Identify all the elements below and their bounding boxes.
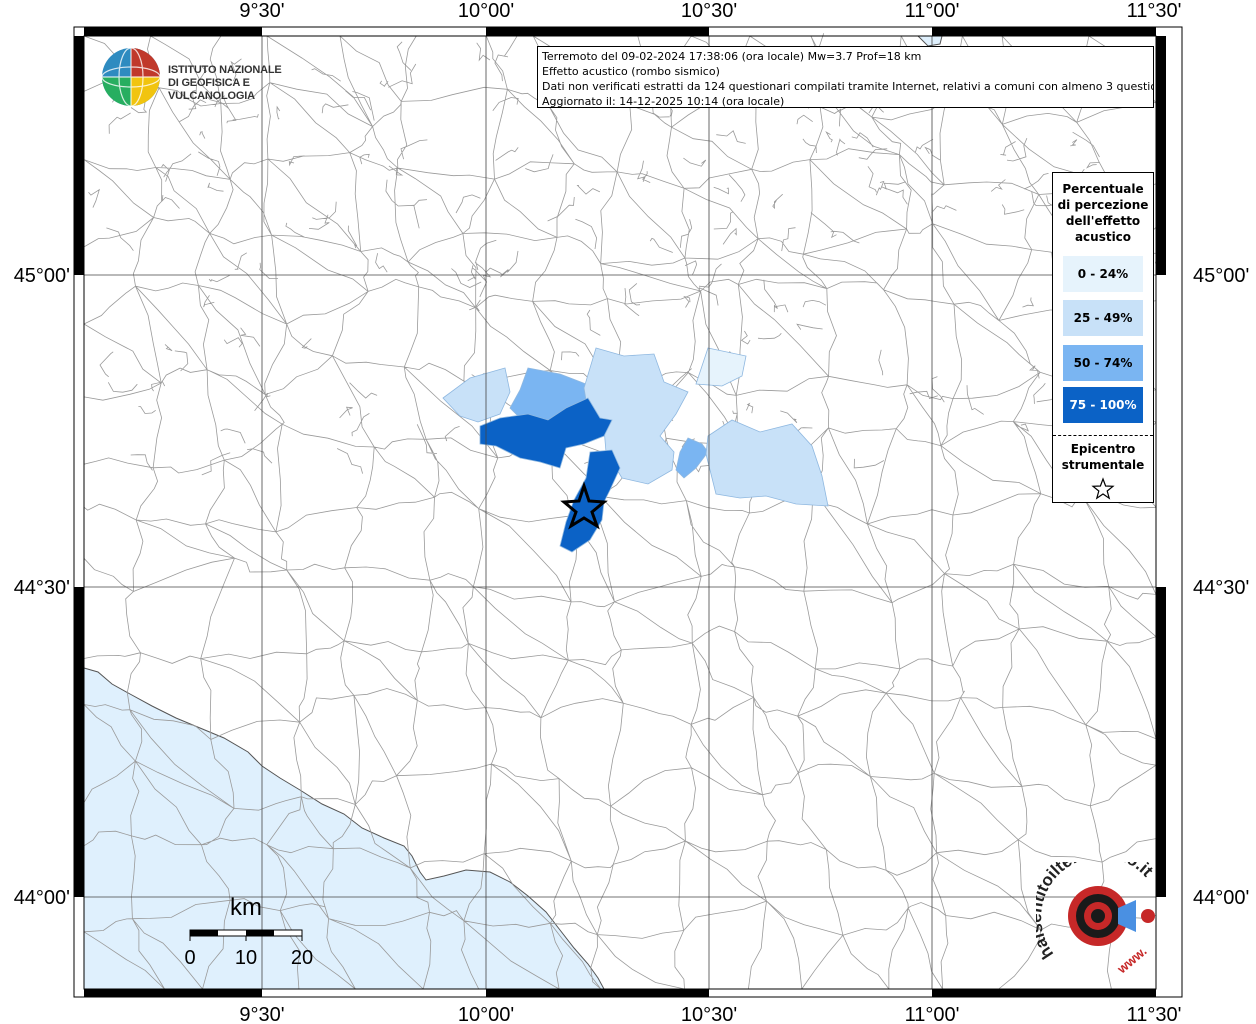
scale-unit: km: [230, 894, 262, 921]
institute-name-line1: ISTITUTO NAZIONALE: [168, 64, 282, 76]
legend: Percentuale di percezione dell'effetto a…: [1052, 172, 1154, 503]
legend-title-line: di percezione: [1057, 198, 1149, 212]
top-tick-label: 9°30': [239, 0, 284, 22]
bottom-tick-label: 9°30': [239, 1004, 284, 1024]
left-tick-label: 45°00': [14, 265, 70, 287]
legend-label: 0 - 24%: [1077, 267, 1129, 281]
update-time: Aggiornato il: 14-12-2025 10:14 (ora loc…: [542, 95, 785, 108]
top-tick-label: 10°00': [458, 0, 514, 22]
left-tick-label: 44°00': [14, 887, 70, 909]
legend-title: Percentuale di percezione dell'effetto a…: [1053, 181, 1153, 245]
www-label: www.: [1114, 943, 1150, 977]
legend-swatch-25-49: 25 - 49%: [1063, 300, 1143, 336]
legend-divider: [1053, 435, 1153, 436]
bottom-tick-label: 10°00': [458, 1004, 514, 1024]
right-tick-label: 44°00': [1193, 887, 1249, 909]
haisentito-logo: haisentitoilterremoto.it www.: [1036, 862, 1157, 977]
event-info-box: Terremoto del 09-02-2024 17:38:06 (ora l…: [537, 46, 1154, 108]
ingv-logo: ISTITUTO NAZIONALE DI GEOFISICA E VULCAN…: [100, 46, 330, 110]
epicenter-label-line: strumentale: [1061, 458, 1145, 472]
epicenter-legend-star-icon: [1091, 477, 1115, 500]
institute-name-line2: DI GEOFISICA E VULCANOLOGIA: [168, 77, 255, 102]
top-tick-label: 10°30': [681, 0, 737, 22]
scale-tick: 20: [291, 947, 313, 969]
legend-swatch-50-74: 50 - 74%: [1063, 345, 1143, 381]
epicenter-label-line: Epicentro: [1070, 442, 1136, 456]
scale-tick: 10: [235, 947, 257, 969]
data-note: Dati non verificati estratti da 124 ques…: [542, 80, 1154, 93]
event-title: Terremoto del 09-02-2024 17:38:06 (ora l…: [542, 50, 922, 63]
legend-title-line: Percentuale: [1062, 182, 1144, 196]
scale-tick: 0: [184, 947, 195, 969]
legend-title-line: acustico: [1074, 230, 1132, 244]
left-tick-label: 44°30': [14, 577, 70, 599]
bottom-tick-label: 11°30': [1127, 1004, 1182, 1024]
legend-label: 50 - 74%: [1073, 356, 1133, 370]
bottom-tick-label: 11°00': [905, 1004, 960, 1024]
legend-swatch-0-24: 0 - 24%: [1063, 256, 1143, 292]
legend-swatch-75-100: 75 - 100%: [1063, 387, 1143, 423]
bottom-tick-label: 10°30': [681, 1004, 737, 1024]
legend-title-line: dell'effetto: [1065, 214, 1141, 228]
effect-type: Effetto acustico (rombo sismico): [542, 65, 720, 78]
right-tick-label: 45°00': [1193, 265, 1249, 287]
epicenter-label: Epicentro strumentale: [1053, 441, 1153, 473]
top-tick-label: 11°30': [1127, 0, 1182, 22]
legend-label: 75 - 100%: [1069, 398, 1137, 412]
globe-icon: [101, 47, 161, 107]
top-tick-label: 11°00': [905, 0, 960, 22]
right-tick-label: 44°30': [1193, 577, 1249, 599]
legend-label: 25 - 49%: [1073, 311, 1133, 325]
